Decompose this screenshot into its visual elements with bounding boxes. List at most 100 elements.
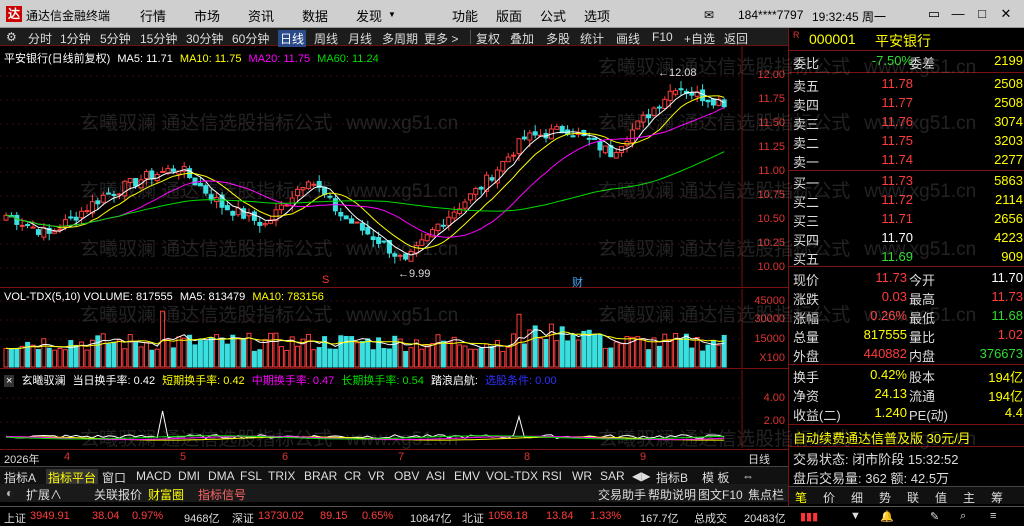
volume-chart[interactable]: VOL-TDX(5,10) VOLUME: 817555 MA5: 813479… bbox=[0, 289, 788, 369]
tab-dmi[interactable]: DMI bbox=[178, 469, 200, 483]
finance-event-marker[interactable]: 财 bbox=[572, 274, 583, 290]
indicator-chart[interactable]: × 玄曦驭澜 当日换手率: 0.42 短期换手率: 0.42 中期换手率: 0.… bbox=[0, 370, 788, 448]
indicator-close-icon[interactable]: × bbox=[4, 375, 15, 387]
menu-news[interactable]: 资讯 bbox=[248, 6, 274, 25]
tab-weekly[interactable]: 周线 bbox=[314, 30, 338, 47]
tab-arrow-icon[interactable]: ⇔ bbox=[742, 469, 754, 483]
tab-brar[interactable]: BRAR bbox=[304, 469, 337, 483]
user-account[interactable]: 184****7797 bbox=[738, 8, 803, 22]
restore-icon[interactable]: ▭ bbox=[924, 4, 944, 24]
menu-icon[interactable]: ≡ bbox=[990, 510, 996, 522]
tab-asi[interactable]: ASI bbox=[426, 469, 445, 483]
panel-tab[interactable]: 细 bbox=[851, 489, 863, 506]
f10-link[interactable]: 图文F10 bbox=[698, 486, 743, 503]
volume-bar bbox=[192, 344, 198, 368]
maximize-icon[interactable]: □ bbox=[972, 4, 992, 24]
menu-function[interactable]: 功能 bbox=[452, 6, 478, 25]
alert-icon[interactable]: 🔔 bbox=[880, 510, 894, 523]
buy-row[interactable]: 买五 11.69 909 bbox=[789, 249, 1024, 267]
tab-fsl[interactable]: FSL bbox=[240, 469, 262, 483]
btn-add-favorite[interactable]: +自选 bbox=[684, 30, 715, 47]
tab-intraday[interactable]: 分时 bbox=[28, 30, 52, 47]
tab-more[interactable]: 更多 > bbox=[424, 30, 458, 47]
focus-bar-link[interactable]: 焦点栏 bbox=[748, 486, 784, 503]
panel-tab[interactable]: 笔 bbox=[795, 489, 807, 506]
menu-data[interactable]: 数据 bbox=[302, 6, 328, 25]
buy-row[interactable]: 买四 11.70 4223 bbox=[789, 230, 1024, 248]
expand-button[interactable]: 扩展∧ bbox=[26, 486, 62, 503]
subscription-ad[interactable]: 自动续费通达信普及版 30元/月 bbox=[793, 428, 971, 447]
tab-monthly[interactable]: 月线 bbox=[348, 30, 372, 47]
btn-back[interactable]: 返回 bbox=[724, 30, 748, 47]
bz-index-label[interactable]: 北证 bbox=[462, 510, 484, 526]
tab-5min[interactable]: 5分钟 bbox=[100, 30, 131, 47]
minimize-icon[interactable]: — bbox=[948, 4, 968, 24]
menu-market[interactable]: 市场 bbox=[194, 6, 220, 25]
tab-wr[interactable]: WR bbox=[572, 469, 592, 483]
dropdown-icon[interactable]: ▼ bbox=[850, 510, 861, 522]
panel-tab[interactable]: 联 bbox=[907, 489, 919, 506]
tab-trix[interactable]: TRIX bbox=[268, 469, 295, 483]
volume-bar bbox=[478, 347, 484, 368]
period-mode-label[interactable]: 日线 bbox=[748, 451, 770, 467]
tab-dma[interactable]: DMA bbox=[208, 469, 235, 483]
related-quotes-link[interactable]: 关联报价 bbox=[94, 486, 142, 503]
buy-row[interactable]: 买二 11.72 2114 bbox=[789, 192, 1024, 210]
kline-chart[interactable]: 平安银行(日线前复权) MA5: 11.71 MA10: 11.75 MA20:… bbox=[0, 46, 788, 290]
btn-draw[interactable]: 画线 bbox=[616, 30, 640, 47]
tab-30min[interactable]: 30分钟 bbox=[186, 30, 223, 47]
wealth-circle-link[interactable]: 财富圈 bbox=[148, 486, 184, 503]
indicator-tabs: 指标A 指标平台 窗口 MACD DMI DMA FSL TRIX BRAR C… bbox=[0, 466, 788, 486]
btn-statistics[interactable]: 统计 bbox=[580, 30, 604, 47]
stat-label: 最低 bbox=[909, 311, 936, 326]
tab-daily[interactable]: 日线 bbox=[278, 30, 307, 47]
menu-layout[interactable]: 版面 bbox=[496, 6, 522, 25]
buy-row[interactable]: 买一 11.73 5863 bbox=[789, 173, 1024, 191]
buy-row[interactable]: 买三 11.71 2656 bbox=[789, 211, 1024, 229]
tab-obv[interactable]: OBV bbox=[394, 469, 419, 483]
tab-vol-tdx[interactable]: VOL-TDX bbox=[486, 469, 538, 483]
tab-macd[interactable]: MACD bbox=[136, 469, 171, 483]
panel-tab[interactable]: 势 bbox=[879, 489, 891, 506]
tab-60min[interactable]: 60分钟 bbox=[232, 30, 269, 47]
panel-tab[interactable]: 值 bbox=[935, 489, 947, 506]
volume-bar bbox=[176, 336, 182, 368]
sell-row[interactable]: 卖四 11.77 2508 bbox=[789, 95, 1024, 113]
sz-index-label[interactable]: 深证 bbox=[232, 510, 254, 526]
sell-row[interactable]: 卖三 11.76 3074 bbox=[789, 114, 1024, 132]
tab-1min[interactable]: 1分钟 bbox=[60, 30, 91, 47]
menu-discover[interactable]: 发现 bbox=[356, 6, 382, 25]
panel-tab[interactable]: 筹 bbox=[991, 489, 1003, 506]
prev-arrow-icon[interactable]: ◀▶ bbox=[632, 469, 650, 483]
menu-quotes[interactable]: 行情 bbox=[140, 6, 166, 25]
tab-cr[interactable]: CR bbox=[344, 469, 361, 483]
menu-formula[interactable]: 公式 bbox=[540, 6, 566, 25]
tab-15min[interactable]: 15分钟 bbox=[140, 30, 177, 47]
indicator-signal-link[interactable]: 指标信号 bbox=[198, 486, 246, 503]
panel-tab[interactable]: 价 bbox=[823, 489, 835, 506]
menu-options[interactable]: 选项 bbox=[584, 6, 610, 25]
btn-overlay[interactable]: 叠加 bbox=[510, 30, 534, 47]
help-link[interactable]: 帮助说明 bbox=[648, 486, 696, 503]
tab-sar[interactable]: SAR bbox=[600, 469, 625, 483]
tab-rsi[interactable]: RSI bbox=[542, 469, 562, 483]
close-icon[interactable]: ✕ bbox=[996, 4, 1016, 24]
trade-assistant-link[interactable]: 交易助手 bbox=[598, 486, 646, 503]
sell-row[interactable]: 卖一 11.74 2277 bbox=[789, 152, 1024, 170]
tab-multi-period[interactable]: 多周期 bbox=[382, 30, 418, 47]
panel-tab[interactable]: 主 bbox=[963, 489, 975, 506]
tool-settings-icon[interactable]: ⚙ bbox=[6, 30, 17, 44]
sell-row[interactable]: 卖五 11.78 2508 bbox=[789, 76, 1024, 94]
sell-row[interactable]: 卖二 11.75 3203 bbox=[789, 133, 1024, 151]
btn-multi-stock[interactable]: 多股 bbox=[546, 30, 570, 47]
tab-emv[interactable]: EMV bbox=[454, 469, 480, 483]
toggle-icon[interactable]: ◐ bbox=[6, 486, 13, 500]
edit-icon[interactable]: ✎ bbox=[930, 510, 939, 523]
btn-f10[interactable]: F10 bbox=[652, 30, 673, 44]
tab-vr[interactable]: VR bbox=[368, 469, 385, 483]
signal-icon[interactable]: ▮▮▮ bbox=[800, 510, 818, 523]
search-icon[interactable]: ⌕ bbox=[960, 510, 966, 523]
mail-icon[interactable]: ✉ bbox=[704, 8, 714, 22]
sh-index-label[interactable]: 上证 bbox=[4, 510, 26, 526]
btn-adjust[interactable]: 复权 bbox=[476, 30, 500, 47]
